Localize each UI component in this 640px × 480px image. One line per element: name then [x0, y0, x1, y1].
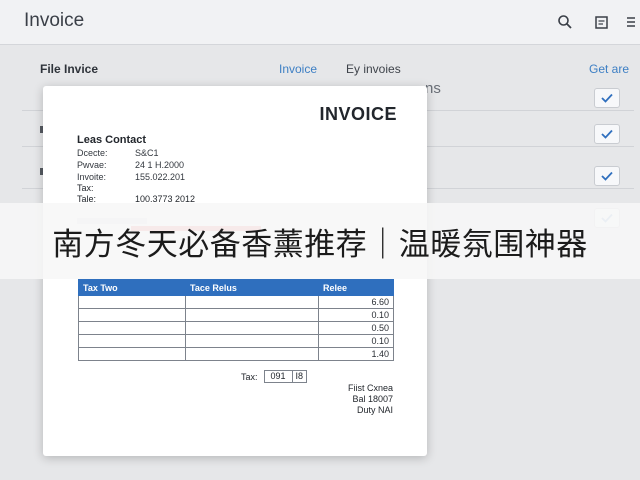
- table-cell: 0.10: [318, 334, 394, 348]
- app-title: Invoice: [24, 10, 85, 31]
- table-row: 0.10: [78, 308, 394, 322]
- table-cell: [185, 321, 319, 335]
- table-cell: [185, 347, 319, 361]
- tax-sum-label: Tax:: [241, 371, 258, 382]
- table-cell: [78, 347, 186, 361]
- meta-row: Dcecte: S&C1: [77, 148, 185, 160]
- table-row: 0.10: [78, 334, 394, 348]
- footer-line: Fiist Cxnea: [347, 383, 393, 393]
- table-row: 1.40: [78, 347, 394, 361]
- items-table: Tax Two Tace Relus Relee 6.60 0.10 0.50: [78, 279, 394, 361]
- tax-sum-value: 091: [263, 370, 293, 383]
- meta-value: 24 1 H.2000: [135, 160, 185, 170]
- contact-heading: Leas Contact: [77, 134, 147, 146]
- footer-line: Duty NAI: [356, 405, 393, 415]
- table-header: Tace Relus: [185, 279, 319, 296]
- table-cell: 0.10: [318, 308, 394, 322]
- meta-row: Pwvae: 24 1 H.2000: [77, 160, 185, 172]
- search-icon[interactable]: [554, 11, 576, 33]
- row-checkbox[interactable]: [594, 88, 620, 108]
- meta-key: Pwvae:: [77, 160, 107, 170]
- table-cell: 1.40: [318, 347, 394, 361]
- table-header: Relee: [318, 279, 394, 296]
- table-cell: [185, 295, 319, 309]
- tax-summary: Tax: 091 I8: [241, 370, 308, 383]
- menu-icon[interactable]: [624, 11, 638, 33]
- table-cell: [185, 308, 319, 322]
- table-header-row: Tax Two Tace Relus Relee: [78, 279, 394, 296]
- table-cell: 0.50: [318, 321, 394, 335]
- meta-key: Dcecte:: [77, 148, 108, 158]
- caption-banner: 南方冬天必备香薰推荐｜温暖氛围神器: [0, 203, 640, 279]
- invoice-footer: Fiist Cxnea Bal 18007 Duty NAI: [348, 383, 393, 416]
- tax-label: Tax:: [77, 183, 94, 193]
- table-cell: [78, 321, 186, 335]
- invoice-meta: Dcecte: S&C1 Pwvae: 24 1 H.2000 Invoite:…: [77, 148, 185, 184]
- table-header: Tax Two: [78, 279, 186, 296]
- table-cell: [185, 334, 319, 348]
- table-row: 0.50: [78, 321, 394, 335]
- row-checkbox[interactable]: [594, 166, 620, 186]
- document-icon[interactable]: [590, 11, 612, 33]
- banner-text: 南方冬天必备香薰推荐｜温暖氛围神器: [52, 226, 588, 262]
- footer-line: Bal 18007: [352, 394, 393, 404]
- table-row: 6.60: [78, 295, 394, 309]
- table-cell: 6.60: [318, 295, 394, 309]
- row-checkbox[interactable]: [594, 124, 620, 144]
- table-cell: [78, 334, 186, 348]
- meta-value: S&C1: [135, 148, 159, 158]
- table-cell: [78, 308, 186, 322]
- app-bar: Invoice: [0, 0, 640, 45]
- tax-sum-extra: I8: [292, 370, 308, 383]
- table-cell: [78, 295, 186, 309]
- invoice-title: INVOICE: [319, 104, 397, 124]
- meta-value: 155.022.201: [135, 172, 186, 182]
